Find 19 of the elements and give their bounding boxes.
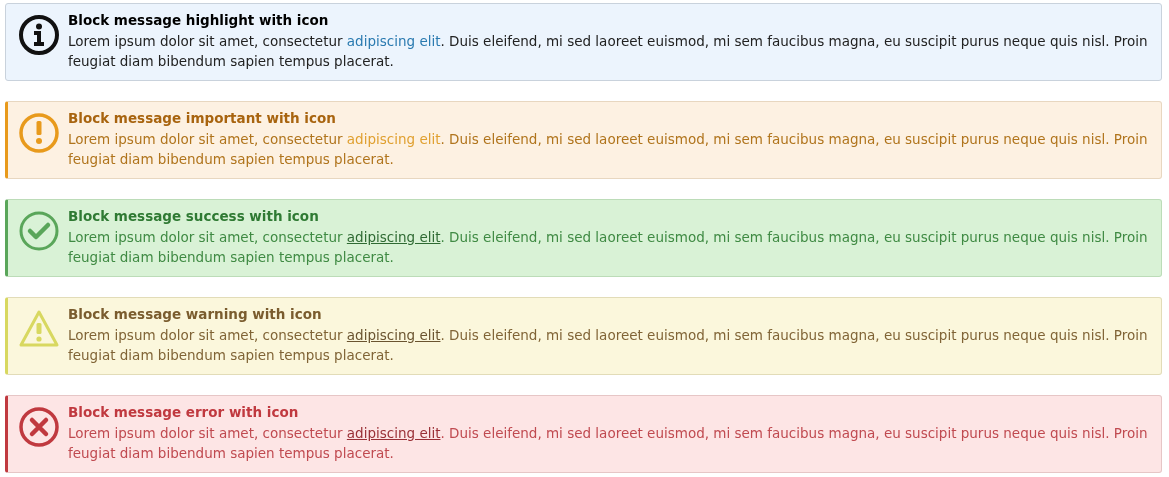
message-link[interactable]: adipiscing elit	[346, 327, 441, 343]
message-title: Block message warning with icon	[68, 305, 323, 324]
message-text: Lorem ipsum dolor sit amet, consectetur adipiscing elit. Duis eleifend, mi sed laoreet euismod, mi sem faucibus magna, eu suscipit purus neque quis nisl. Proin feugiat diam bibendum sapien tempus placerat.	[68, 130, 1149, 169]
warning-icon	[18, 308, 60, 350]
message-title: Block message error with icon	[68, 403, 300, 422]
message-text: Lorem ipsum dolor sit amet, consectetur adipiscing elit. Duis eleifend, mi sed laoreet euismod, mi sem faucibus magna, eu suscipit purus neque quis nisl. Proin feugiat diam bibendum sapien tempus placerat.	[68, 32, 1149, 71]
message-title: Block message highlight with icon	[68, 11, 330, 30]
message-text: Lorem ipsum dolor sit amet, consectetur adipiscing elit. Duis eleifend, mi sed laoreet euismod, mi sem faucibus magna, eu suscipit purus neque quis nisl. Proin feugiat diam bibendum sapien tempus placerat.	[68, 326, 1149, 365]
info-icon	[18, 14, 60, 56]
x-circle-icon	[18, 406, 60, 448]
message-link[interactable]: adipiscing elit	[346, 229, 441, 245]
exclamation-circle-icon	[18, 112, 60, 154]
message-text: Lorem ipsum dolor sit amet, consectetur adipiscing elit. Duis eleifend, mi sed laoreet euismod, mi sem faucibus magna, eu suscipit purus neque quis nisl. Proin feugiat diam bibendum sapien tempus placerat.	[68, 424, 1149, 463]
message-link[interactable]: adipiscing elit	[346, 425, 441, 441]
message-title: Block message success with icon	[68, 207, 320, 226]
message-text: Lorem ipsum dolor sit amet, consectetur adipiscing elit. Duis eleifend, mi sed laoreet euismod, mi sem faucibus magna, eu suscipit purus neque quis nisl. Proin feugiat diam bibendum sapien tempus placerat.	[68, 228, 1149, 267]
checkmark-circle-icon	[18, 210, 60, 252]
message-link[interactable]: adipiscing elit	[346, 33, 441, 49]
message-title: Block message important with icon	[68, 109, 337, 128]
